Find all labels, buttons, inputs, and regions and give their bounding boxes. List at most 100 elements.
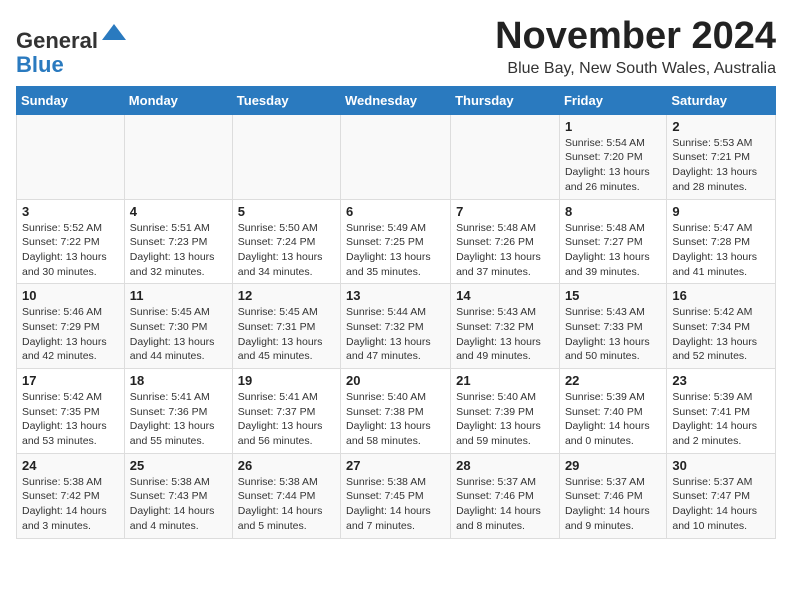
day-number: 23	[672, 373, 770, 388]
week-row-5: 24 Sunrise: 5:38 AMSunset: 7:42 PMDayligh…	[17, 453, 776, 538]
day-info: Sunrise: 5:37 AMSunset: 7:46 PMDaylight:…	[456, 475, 554, 534]
calendar-cell: 3 Sunrise: 5:52 AMSunset: 7:22 PMDaylight…	[17, 199, 125, 284]
day-number: 20	[346, 373, 445, 388]
day-number: 7	[456, 204, 554, 219]
calendar-cell: 10Sunrise: 5:46 AMSunset: 7:29 PMDayligh…	[17, 284, 125, 369]
day-info: Sunrise: 5:38 AMSunset: 7:45 PMDaylight:…	[346, 475, 445, 534]
day-info: Sunrise: 5:48 AMSunset: 7:27 PMDaylight:…	[565, 221, 661, 280]
calendar-cell	[232, 114, 340, 199]
calendar-cell: 5 Sunrise: 5:50 AMSunset: 7:24 PMDaylight…	[232, 199, 340, 284]
calendar-cell: 15 Sunrise: 5:43 AMSunset: 7:33 PMDayligh…	[559, 284, 666, 369]
day-number: 2	[672, 119, 770, 134]
day-number: 25	[130, 458, 227, 473]
day-info: Sunrise: 5:37 AMSunset: 7:46 PMDaylight:…	[565, 475, 661, 534]
day-number: 6	[346, 204, 445, 219]
day-number: 17	[22, 373, 119, 388]
day-info: Sunrise: 5:48 AMSunset: 7:26 PMDaylight:…	[456, 221, 554, 280]
week-row-2: 3 Sunrise: 5:52 AMSunset: 7:22 PMDaylight…	[17, 199, 776, 284]
logo-blue-text: Blue	[16, 52, 64, 77]
day-number: 5	[238, 204, 335, 219]
calendar-cell: 24 Sunrise: 5:38 AMSunset: 7:42 PMDayligh…	[17, 453, 125, 538]
day-info: Sunrise: 5:54 AMSunset: 7:20 PMDaylight:…	[565, 136, 661, 195]
day-number: 12	[238, 288, 335, 303]
day-number: 9	[672, 204, 770, 219]
day-info: Sunrise: 5:51 AMSunset: 7:23 PMDaylight:…	[130, 221, 227, 280]
calendar-cell: 28 Sunrise: 5:37 AMSunset: 7:46 PMDayligh…	[451, 453, 560, 538]
day-info: Sunrise: 5:53 AMSunset: 7:21 PMDaylight:…	[672, 136, 770, 195]
day-info: Sunrise: 5:44 AMSunset: 7:32 PMDaylight:…	[346, 305, 445, 364]
day-number: 29	[565, 458, 661, 473]
day-info: Sunrise: 5:37 AMSunset: 7:47 PMDaylight:…	[672, 475, 770, 534]
weekday-header-thursday: Thursday	[451, 86, 560, 114]
calendar-cell: 25Sunrise: 5:38 AMSunset: 7:43 PMDayligh…	[124, 453, 232, 538]
day-info: Sunrise: 5:41 AMSunset: 7:37 PMDaylight:…	[238, 390, 335, 449]
calendar-cell: 8 Sunrise: 5:48 AMSunset: 7:27 PMDaylight…	[559, 199, 666, 284]
day-number: 21	[456, 373, 554, 388]
calendar-cell: 27 Sunrise: 5:38 AMSunset: 7:45 PMDayligh…	[341, 453, 451, 538]
day-number: 27	[346, 458, 445, 473]
weekday-header-row: SundayMondayTuesdayWednesdayThursdayFrid…	[17, 86, 776, 114]
day-info: Sunrise: 5:40 AMSunset: 7:39 PMDaylight:…	[456, 390, 554, 449]
day-info: Sunrise: 5:42 AMSunset: 7:34 PMDaylight:…	[672, 305, 770, 364]
day-number: 24	[22, 458, 119, 473]
calendar-cell: 9Sunrise: 5:47 AMSunset: 7:28 PMDaylight…	[667, 199, 776, 284]
calendar-cell: 23 Sunrise: 5:39 AMSunset: 7:41 PMDayligh…	[667, 369, 776, 454]
calendar-cell: 16 Sunrise: 5:42 AMSunset: 7:34 PMDayligh…	[667, 284, 776, 369]
day-number: 11	[130, 288, 227, 303]
calendar-cell: 19 Sunrise: 5:41 AMSunset: 7:37 PMDayligh…	[232, 369, 340, 454]
calendar-cell: 6 Sunrise: 5:49 AMSunset: 7:25 PMDaylight…	[341, 199, 451, 284]
weekday-header-sunday: Sunday	[17, 86, 125, 114]
day-number: 14	[456, 288, 554, 303]
day-info: Sunrise: 5:45 AMSunset: 7:31 PMDaylight:…	[238, 305, 335, 364]
month-title: November 2024	[495, 16, 776, 58]
day-number: 28	[456, 458, 554, 473]
weekday-header-monday: Monday	[124, 86, 232, 114]
calendar-cell	[124, 114, 232, 199]
calendar-cell	[17, 114, 125, 199]
day-number: 15	[565, 288, 661, 303]
calendar-cell	[451, 114, 560, 199]
logo-general-text: General	[16, 28, 98, 53]
day-number: 8	[565, 204, 661, 219]
logo-icon	[100, 20, 128, 48]
calendar-cell: 7 Sunrise: 5:48 AMSunset: 7:26 PMDaylight…	[451, 199, 560, 284]
weekday-header-tuesday: Tuesday	[232, 86, 340, 114]
week-row-1: 1 Sunrise: 5:54 AMSunset: 7:20 PMDaylight…	[17, 114, 776, 199]
calendar-table: SundayMondayTuesdayWednesdayThursdayFrid…	[16, 86, 776, 539]
location-title: Blue Bay, New South Wales, Australia	[495, 60, 776, 78]
day-info: Sunrise: 5:39 AMSunset: 7:40 PMDaylight:…	[565, 390, 661, 449]
calendar-cell: 21 Sunrise: 5:40 AMSunset: 7:39 PMDayligh…	[451, 369, 560, 454]
day-number: 3	[22, 204, 119, 219]
day-number: 13	[346, 288, 445, 303]
day-info: Sunrise: 5:43 AMSunset: 7:32 PMDaylight:…	[456, 305, 554, 364]
logo: General Blue	[16, 20, 128, 77]
calendar-cell: 12 Sunrise: 5:45 AMSunset: 7:31 PMDayligh…	[232, 284, 340, 369]
weekday-header-saturday: Saturday	[667, 86, 776, 114]
day-info: Sunrise: 5:41 AMSunset: 7:36 PMDaylight:…	[130, 390, 227, 449]
page-header: General Blue November 2024 Blue Bay, New…	[16, 16, 776, 78]
week-row-3: 10Sunrise: 5:46 AMSunset: 7:29 PMDayligh…	[17, 284, 776, 369]
calendar-cell: 1 Sunrise: 5:54 AMSunset: 7:20 PMDaylight…	[559, 114, 666, 199]
calendar-cell: 22Sunrise: 5:39 AMSunset: 7:40 PMDayligh…	[559, 369, 666, 454]
calendar-cell: 29 Sunrise: 5:37 AMSunset: 7:46 PMDayligh…	[559, 453, 666, 538]
day-info: Sunrise: 5:39 AMSunset: 7:41 PMDaylight:…	[672, 390, 770, 449]
day-info: Sunrise: 5:38 AMSunset: 7:42 PMDaylight:…	[22, 475, 119, 534]
day-info: Sunrise: 5:42 AMSunset: 7:35 PMDaylight:…	[22, 390, 119, 449]
day-info: Sunrise: 5:50 AMSunset: 7:24 PMDaylight:…	[238, 221, 335, 280]
day-info: Sunrise: 5:49 AMSunset: 7:25 PMDaylight:…	[346, 221, 445, 280]
weekday-header-wednesday: Wednesday	[341, 86, 451, 114]
weekday-header-friday: Friday	[559, 86, 666, 114]
day-info: Sunrise: 5:52 AMSunset: 7:22 PMDaylight:…	[22, 221, 119, 280]
calendar-cell: 13 Sunrise: 5:44 AMSunset: 7:32 PMDayligh…	[341, 284, 451, 369]
day-number: 18	[130, 373, 227, 388]
calendar-cell: 11Sunrise: 5:45 AMSunset: 7:30 PMDayligh…	[124, 284, 232, 369]
calendar-cell: 4Sunrise: 5:51 AMSunset: 7:23 PMDaylight…	[124, 199, 232, 284]
day-number: 16	[672, 288, 770, 303]
calendar-cell: 30Sunrise: 5:37 AMSunset: 7:47 PMDayligh…	[667, 453, 776, 538]
day-number: 19	[238, 373, 335, 388]
day-number: 1	[565, 119, 661, 134]
day-info: Sunrise: 5:43 AMSunset: 7:33 PMDaylight:…	[565, 305, 661, 364]
title-section: November 2024 Blue Bay, New South Wales,…	[495, 16, 776, 78]
calendar-cell: 2 Sunrise: 5:53 AMSunset: 7:21 PMDaylight…	[667, 114, 776, 199]
calendar-cell: 17 Sunrise: 5:42 AMSunset: 7:35 PMDayligh…	[17, 369, 125, 454]
